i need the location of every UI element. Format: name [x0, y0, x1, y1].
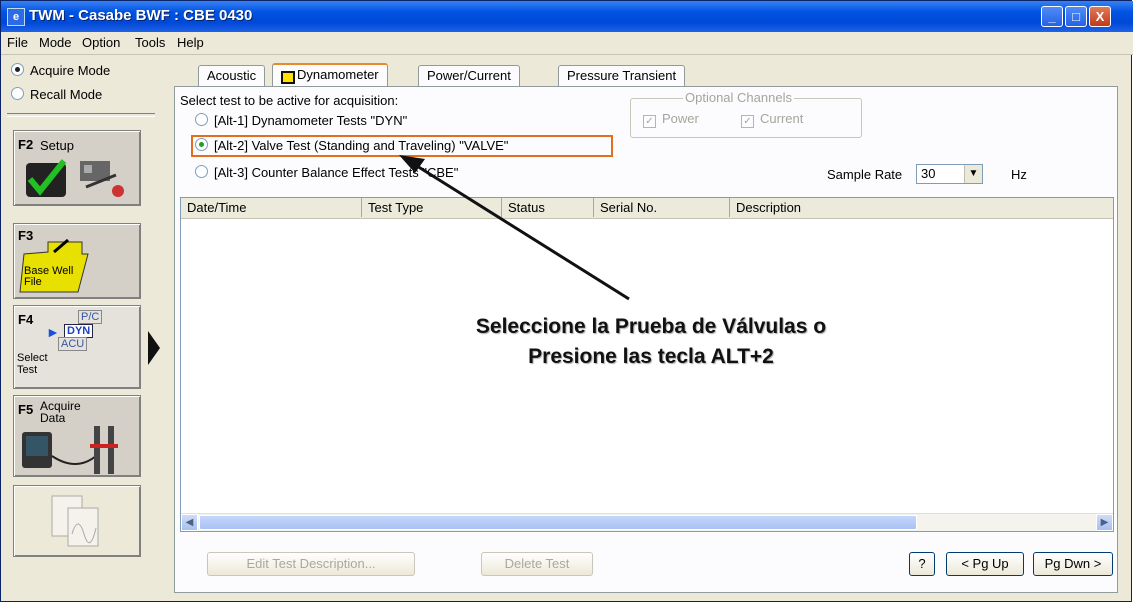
annotation-line-2: Presione las tecla ALT+2 — [528, 345, 774, 368]
app-window: e TWM - Casabe BWF : CBE 0430 _ □ X File… — [0, 0, 1133, 602]
annotation-arrow-icon — [399, 155, 630, 301]
annotation-line-1: Seleccione la Prueba de Válvulas o — [475, 315, 827, 338]
